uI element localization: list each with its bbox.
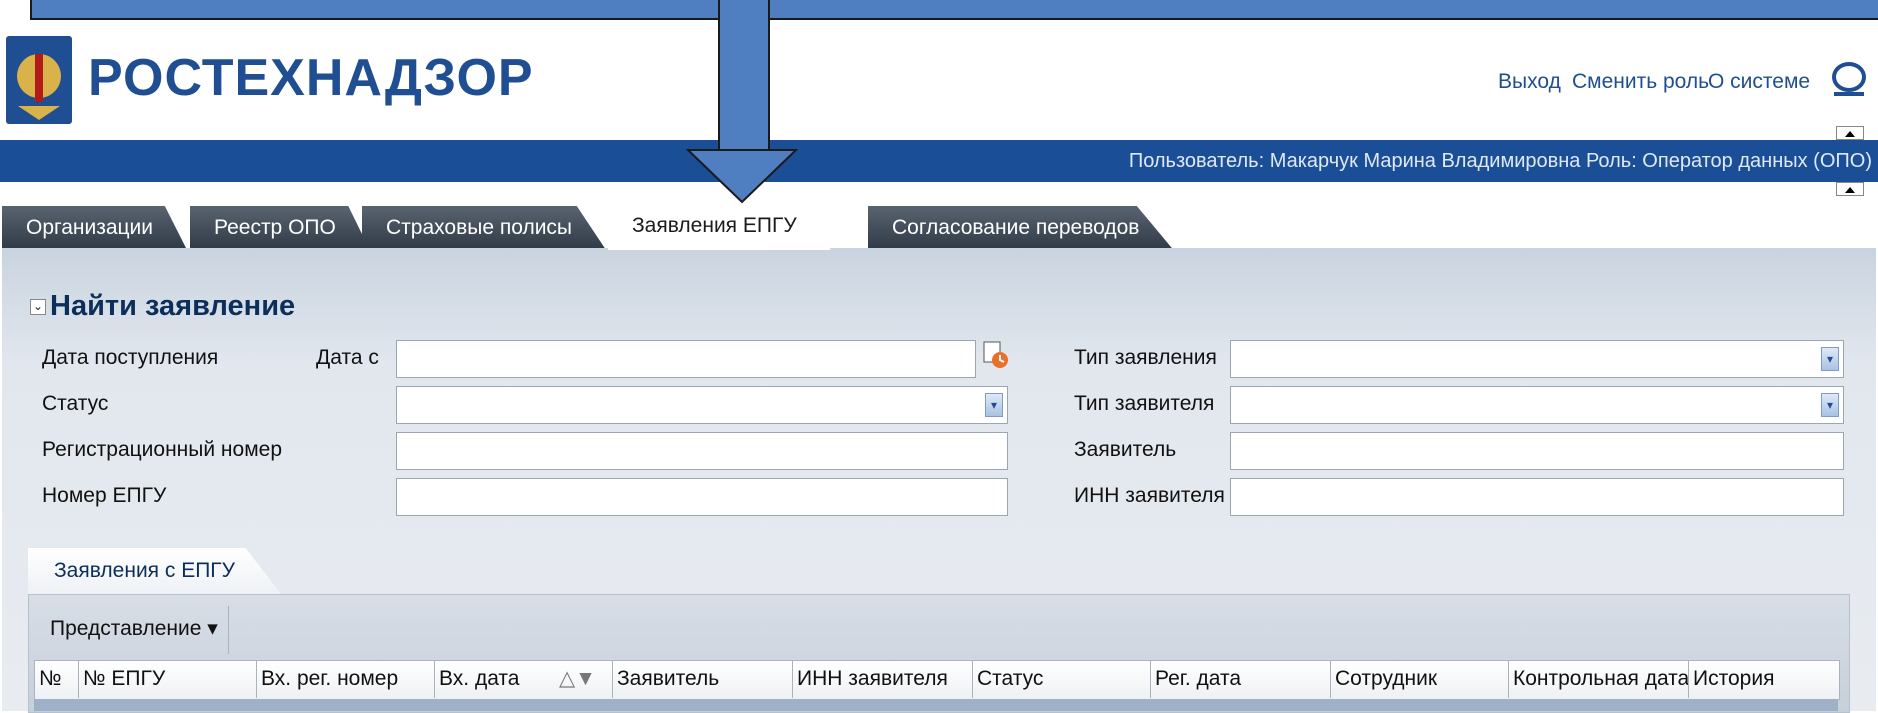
reg-number-label: Регистрационный номер (42, 438, 282, 461)
view-menu-button[interactable]: Представление ▾ (50, 616, 218, 641)
column-header-applicant-inn[interactable]: ИНН заявителя (792, 660, 972, 698)
tab-epgu-results[interactable]: Заявления с ЕПГУ (28, 548, 282, 594)
scroll-up-icon-2[interactable] (1836, 182, 1864, 196)
table-row[interactable] (34, 699, 1838, 711)
search-section-title: Найти заявление (50, 290, 296, 322)
reg-number-input[interactable] (396, 432, 1008, 470)
annotation-arrow-shaft (718, 0, 770, 150)
date-from-label: Дата с (316, 346, 379, 369)
applicant-type-select[interactable]: ▾ (1230, 386, 1844, 424)
scroll-up-icon[interactable] (1836, 126, 1864, 140)
calendar-icon[interactable] (982, 340, 1008, 368)
chevron-down-icon[interactable]: ▾ (1821, 393, 1839, 417)
column-header-control-date[interactable]: Контрольная дата (1508, 660, 1688, 698)
tab-transfer-approval[interactable]: Согласование переводов (868, 206, 1174, 250)
applicant-inn-input[interactable] (1230, 478, 1844, 516)
applicant-label: Заявитель (1074, 438, 1177, 461)
epgu-number-label: Номер ЕПГУ (42, 484, 167, 507)
tab-organizations[interactable]: Организации (2, 206, 188, 250)
tab-epgu-applications[interactable]: Заявления ЕПГУ (608, 202, 831, 250)
oracle-logo-bar (1834, 92, 1864, 96)
about-link[interactable]: О системе (1708, 70, 1810, 94)
chevron-down-icon[interactable]: ▾ (1821, 347, 1839, 371)
app-type-select[interactable]: ▾ (1230, 340, 1844, 378)
column-header-applicant[interactable]: Заявитель (612, 660, 792, 698)
column-header-date-label: Вх. дата (439, 667, 520, 690)
column-header-epgu-number[interactable]: № ЕПГУ (78, 660, 256, 698)
oracle-logo-icon (1832, 62, 1866, 92)
logout-link[interactable]: Выход (1498, 70, 1561, 94)
status-label: Статус (42, 392, 109, 415)
tab-insurance-policies[interactable]: Страховые полисы (362, 206, 607, 250)
column-header-status[interactable]: Статус (972, 660, 1150, 698)
collapse-icon[interactable]: ⌄ (30, 299, 46, 315)
change-role-link[interactable]: Сменить роль (1572, 70, 1709, 94)
column-header-employee[interactable]: Сотрудник (1330, 660, 1508, 698)
applicant-input[interactable] (1230, 432, 1844, 470)
column-header-number[interactable]: № (34, 660, 78, 698)
column-header-history[interactable]: История (1688, 660, 1838, 698)
status-select[interactable]: ▾ (396, 386, 1008, 424)
emblem-icon (6, 36, 72, 124)
received-date-label: Дата поступления (42, 346, 219, 369)
user-info: Пользователь: Макарчук Марина Владимиров… (1128, 150, 1872, 172)
sort-icon[interactable]: △▼ (559, 660, 596, 698)
applicant-inn-label: ИНН заявителя (1074, 484, 1225, 507)
tab-opo-registry[interactable]: Реестр ОПО (190, 206, 370, 250)
date-from-input[interactable] (396, 340, 976, 378)
callout-band (30, 0, 1878, 20)
annotation-arrow-head (686, 149, 798, 204)
app-type-label: Тип заявления (1074, 346, 1217, 369)
logo-text: РОСТЕХНАДЗОР (88, 49, 534, 107)
column-header-date[interactable]: Вх. дата △▼ (434, 660, 612, 698)
chevron-down-icon[interactable]: ▾ (985, 393, 1003, 417)
column-header-reg-number[interactable]: Вх. рег. номер (256, 660, 434, 698)
column-header-reg-date[interactable]: Рег. дата (1150, 660, 1330, 698)
toolbar-divider (228, 606, 229, 654)
applicant-type-label: Тип заявителя (1074, 392, 1215, 415)
epgu-number-input[interactable] (396, 478, 1008, 516)
